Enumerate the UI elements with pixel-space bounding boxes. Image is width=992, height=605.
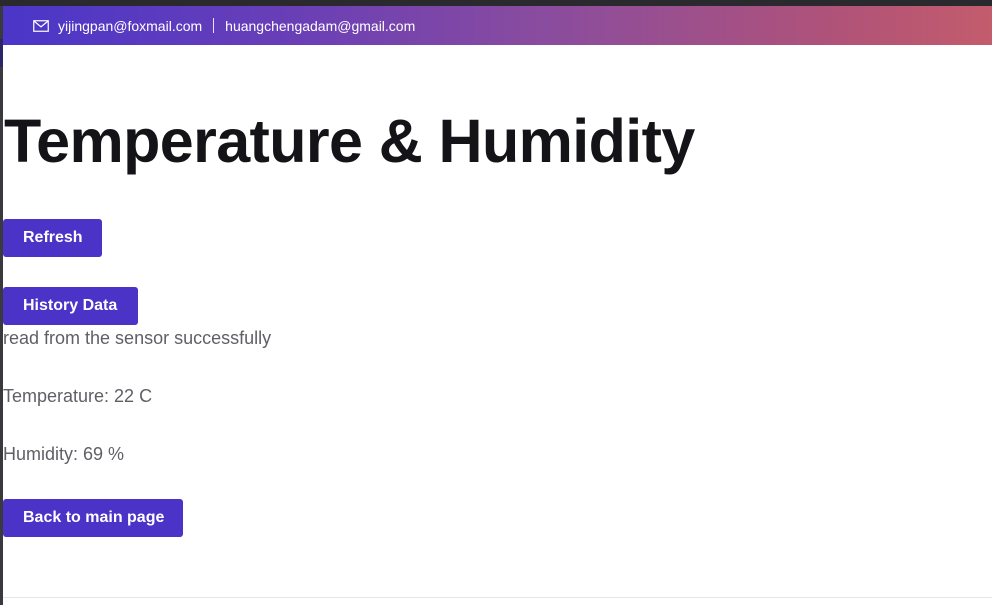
page-title: Temperature & Humidity bbox=[4, 107, 695, 175]
back-to-main-button[interactable]: Back to main page bbox=[3, 499, 183, 537]
sensor-status-text: read from the sensor successfully bbox=[3, 328, 272, 348]
contact-email-secondary[interactable]: huangchengadam@gmail.com bbox=[225, 18, 415, 34]
header-left-edge bbox=[0, 39, 3, 67]
email-separator bbox=[213, 18, 215, 33]
contact-email-primary[interactable]: yijingpan@foxmail.com bbox=[58, 18, 202, 34]
history-data-button[interactable]: History Data bbox=[3, 287, 138, 325]
refresh-button[interactable]: Refresh bbox=[3, 219, 102, 257]
humidity-reading: Humidity: 69 % bbox=[3, 444, 125, 464]
temperature-reading: Temperature: 22 C bbox=[3, 386, 153, 406]
contact-topbar: yijingpan@foxmail.com huangchengadam@gma… bbox=[3, 6, 992, 45]
page-bottom-divider bbox=[3, 597, 992, 598]
mail-icon bbox=[33, 19, 49, 32]
